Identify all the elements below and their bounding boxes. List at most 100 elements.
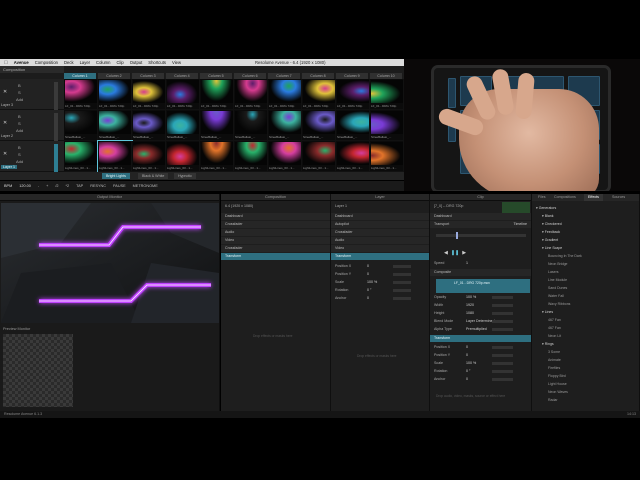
tree-item[interactable]: Neon Lit (532, 332, 639, 340)
clip-slot[interactable]: LF_01 - DRG 720p (166, 79, 200, 110)
tree-item[interactable]: Water Fall (532, 292, 639, 300)
clip-slot[interactable]: LF_01 - DRG 720p (268, 79, 302, 110)
clip-slot[interactable]: LF_01 - DRG 720p (370, 79, 404, 110)
layer-section-video[interactable]: Video (331, 245, 429, 252)
param-value[interactable]: Layer Determined (466, 318, 495, 325)
bpm-plus-button[interactable]: + (46, 184, 48, 188)
bpm-half-button[interactable]: /2 (55, 184, 58, 188)
clip-slot[interactable]: StreeBallaio_... (166, 110, 200, 141)
tree-item[interactable]: Neon Bridge (532, 260, 639, 268)
clip-slot[interactable]: LF_01 - DRG 720p (98, 79, 132, 110)
clip-slot[interactable]: LightLines_03 - 1... (200, 141, 234, 172)
param-row[interactable]: Rotation 0 ° (430, 368, 531, 375)
menu-view[interactable]: View (172, 60, 181, 65)
param-slider[interactable] (492, 328, 513, 331)
bpm-minus-button[interactable]: - (38, 184, 39, 188)
param-slider[interactable] (492, 312, 513, 315)
timeline-bar[interactable] (436, 232, 526, 239)
param-slider[interactable] (492, 320, 513, 323)
comp-section-video[interactable]: Video (221, 237, 330, 244)
clip-slot[interactable]: LightLines_03 - 1... (97, 140, 133, 173)
param-row[interactable]: Anchor 0 (331, 295, 429, 302)
composition-header[interactable]: Composition (0, 66, 64, 73)
param-slider[interactable] (393, 289, 411, 292)
menu-output[interactable]: Output (130, 60, 143, 65)
param-row[interactable]: Position Y 0 (331, 271, 429, 278)
blend-mode-select[interactable]: Add (16, 159, 23, 164)
comp-section-audio[interactable]: Audio (221, 229, 330, 236)
layer-name[interactable]: Layer 3 (1, 103, 13, 107)
clip-slot[interactable]: LightLines_03 - 1... (166, 141, 200, 172)
tree-folder[interactable]: ▾ Checkered (532, 220, 639, 228)
clip-slot[interactable]: LightLines_03 - 1... (132, 141, 166, 172)
clip-slot[interactable]: StreeBallaio_... (98, 110, 132, 141)
clip-slot[interactable]: StreeBallaio_... (64, 110, 98, 141)
layer-section-crossfader[interactable]: Crossfader (331, 229, 429, 236)
timeline-playhead[interactable] (456, 232, 458, 239)
param-row[interactable]: Rotation 0 ° (331, 287, 429, 294)
tree-folder[interactable]: ▾ Feedback (532, 228, 639, 236)
browser-tab[interactable]: Compositions (550, 194, 580, 201)
param-slider[interactable] (393, 265, 411, 268)
transport-mode-select[interactable]: Timeline (514, 221, 527, 228)
clip-section-transport[interactable]: Transport Timeline (430, 221, 531, 228)
clip-slot[interactable]: LightLines_03 - 1... (64, 141, 98, 172)
tree-item[interactable]: Fireflies (532, 364, 639, 372)
solo-button[interactable]: S (18, 152, 21, 157)
clip-section-transform[interactable]: Transform (430, 335, 531, 342)
tree-item[interactable]: 467 Fan (532, 316, 639, 324)
clip-slot[interactable]: LF_01 - DRG 720p (132, 79, 166, 110)
param-slider[interactable] (492, 362, 513, 365)
param-row[interactable]: Scale 100 % (331, 279, 429, 286)
resync-button[interactable]: RESYNC (90, 184, 106, 188)
param-row[interactable]: Blend Mode Layer Determined (430, 318, 531, 325)
param-value[interactable]: 1080 (466, 310, 474, 317)
param-row[interactable]: Opacity 100 % (430, 294, 531, 301)
layer-opacity-fader[interactable] (54, 82, 58, 110)
tree-item[interactable]: Floppy Bird (532, 372, 639, 380)
solo-button[interactable]: S (18, 121, 21, 126)
param-slider[interactable] (393, 297, 411, 300)
close-icon[interactable]: ✕ (3, 151, 7, 157)
pause-icon[interactable]: ❚❚ (451, 250, 459, 256)
clip-slot[interactable]: StreeBallaio_... (268, 110, 302, 141)
param-slider[interactable] (492, 378, 513, 381)
tree-item[interactable]: Lasers (532, 268, 639, 276)
browser-tab[interactable]: Effects (584, 194, 603, 201)
speed-row[interactable]: Speed 1 (430, 260, 531, 267)
play-backward-icon[interactable]: ◀ (444, 250, 448, 256)
menu-layer[interactable]: Layer (80, 60, 90, 65)
layer-section-audio[interactable]: Audio (331, 237, 429, 244)
comp-section-transform[interactable]: Transform (221, 253, 330, 260)
param-row[interactable]: Height 1080 (430, 310, 531, 317)
clip-slot[interactable]: LightLines_03 - 1... (336, 141, 370, 172)
tree-folder[interactable]: ▾ Lines (532, 308, 639, 316)
param-row[interactable]: Position X 0 (331, 263, 429, 270)
tree-item[interactable]: 3 Some (532, 348, 639, 356)
blend-mode-select[interactable]: Add (16, 97, 23, 102)
clip-slot[interactable]: LightLines_03 - 1... (370, 141, 404, 172)
param-value[interactable]: 0 (367, 263, 369, 270)
param-value[interactable]: 1920 (466, 302, 474, 309)
layer-section-dashboard[interactable]: Dashboard (331, 213, 429, 220)
tree-item[interactable]: 467 Fan (532, 324, 639, 332)
clip-slot[interactable]: LF_01 - DRG 720p (234, 79, 268, 110)
layer-name[interactable]: Layer 2 (1, 134, 13, 138)
blend-mode-select[interactable]: Add (16, 128, 23, 133)
param-slider[interactable] (393, 273, 411, 276)
tree-folder[interactable]: ▾ Generators (532, 204, 639, 212)
param-row[interactable]: Alpha Type Premultiplied (430, 326, 531, 333)
tree-item[interactable]: Neon Waves (532, 388, 639, 396)
param-value[interactable]: 0 (466, 376, 468, 383)
bypass-button[interactable]: B (18, 114, 21, 119)
param-value[interactable]: 0 (466, 344, 468, 351)
param-row[interactable]: Anchor 0 (430, 376, 531, 383)
browser-tab[interactable]: Files (534, 194, 550, 201)
param-value[interactable]: 0 (466, 352, 468, 359)
tree-item[interactable]: Animate (532, 356, 639, 364)
clip-slot[interactable]: StreeBallaio_... (370, 110, 404, 141)
source-info[interactable]: LF_01 - DRG 720p.mov (436, 279, 530, 293)
param-slider[interactable] (393, 281, 411, 284)
play-forward-icon[interactable]: ▶ (462, 250, 466, 256)
menu-column[interactable]: Column (96, 60, 110, 65)
